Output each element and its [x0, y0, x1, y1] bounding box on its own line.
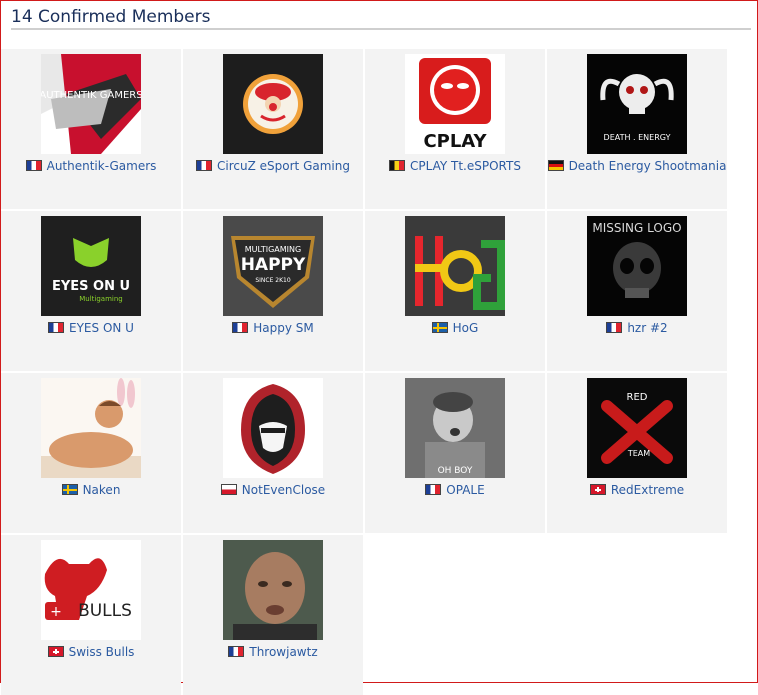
svg-text:Multigaming: Multigaming: [79, 295, 123, 303]
member-card: Throwjawtz: [183, 535, 363, 695]
svg-text:HAPPY: HAPPY: [241, 255, 306, 275]
member-link[interactable]: HoG: [453, 321, 479, 335]
svg-text:CPLAY: CPLAY: [423, 131, 487, 152]
svg-text:OH BOY: OH BOY: [438, 466, 473, 476]
svg-text:EYES ON U: EYES ON U: [52, 279, 130, 294]
member-caption: hzr #2: [547, 321, 727, 335]
team-logo[interactable]: MISSING LOGO: [587, 216, 687, 316]
team-logo[interactable]: + BULLS: [41, 540, 141, 640]
member-caption: NotEvenClose: [183, 483, 363, 497]
team-logo[interactable]: DEATH . ENERGY: [587, 54, 687, 154]
member-link[interactable]: OPALE: [446, 483, 484, 497]
member-card: MISSING LOGO hzr #2: [547, 211, 727, 371]
svg-text:AUTHENTIK GAMERS: AUTHENTIK GAMERS: [41, 90, 141, 101]
france-flag-icon: [232, 322, 249, 333]
switzerland-flag-icon: [589, 484, 606, 495]
member-card: DEATH . ENERGY Death Energy Shootmania: [547, 49, 727, 209]
team-logo[interactable]: [223, 378, 323, 478]
member-link[interactable]: EYES ON U: [69, 321, 134, 335]
member-caption: RedExtreme: [547, 483, 727, 497]
svg-text:TEAM: TEAM: [627, 449, 650, 458]
member-link[interactable]: NotEvenClose: [242, 483, 325, 497]
france-flag-icon: [196, 160, 213, 171]
member-card: HoG: [365, 211, 545, 371]
team-logo[interactable]: [223, 540, 323, 640]
page-title: 14 Confirmed Members: [11, 7, 211, 27]
svg-text:SINCE 2K10: SINCE 2K10: [255, 277, 291, 284]
france-flag-icon: [25, 160, 42, 171]
member-card: Naken: [1, 373, 181, 533]
belgium-flag-icon: [389, 160, 406, 171]
member-card: CircuZ eSport Gaming: [183, 49, 363, 209]
svg-text:DEATH . ENERGY: DEATH . ENERGY: [604, 133, 671, 142]
member-card: NotEvenClose: [183, 373, 363, 533]
svg-text:+: +: [50, 604, 62, 620]
member-caption: OPALE: [365, 483, 545, 497]
member-link[interactable]: Throwjawtz: [249, 645, 317, 659]
member-caption: CPLAY Tt.eSPORTS: [365, 159, 545, 173]
member-caption: HoG: [365, 321, 545, 335]
member-link[interactable]: RedExtreme: [611, 483, 684, 497]
svg-text:MISSING LOGO: MISSING LOGO: [592, 221, 681, 235]
member-card: MULTIGAMING HAPPY SINCE 2K10 Happy SM: [183, 211, 363, 371]
svg-text:RED: RED: [627, 392, 648, 403]
france-flag-icon: [228, 646, 245, 657]
germany-flag-icon: [547, 160, 564, 171]
team-logo[interactable]: [41, 378, 141, 478]
panel-header: 14 Confirmed Members: [11, 6, 751, 30]
member-card: + BULLS Swiss Bulls: [1, 535, 181, 695]
members-panel: 14 Confirmed Members AUTHENTIK GAMERS Au…: [0, 0, 758, 695]
team-logo[interactable]: [405, 216, 505, 316]
switzerland-flag-icon: [47, 646, 64, 657]
member-caption: Happy SM: [183, 321, 363, 335]
sweden-flag-icon: [431, 322, 448, 333]
member-caption: Authentik-Gamers: [1, 159, 181, 173]
member-link[interactable]: Death Energy Shootmania: [569, 159, 727, 173]
france-flag-icon: [425, 484, 442, 495]
svg-text:BULLS: BULLS: [78, 601, 132, 621]
sweden-flag-icon: [61, 484, 78, 495]
member-link[interactable]: CircuZ eSport Gaming: [217, 159, 350, 173]
team-logo[interactable]: RED TEAM: [587, 378, 687, 478]
member-link[interactable]: CPLAY Tt.eSPORTS: [410, 159, 521, 173]
team-logo[interactable]: OH BOY: [405, 378, 505, 478]
member-card: OH BOY OPALE: [365, 373, 545, 533]
svg-text:MULTIGAMING: MULTIGAMING: [245, 245, 301, 254]
team-logo[interactable]: CPLAY: [405, 54, 505, 154]
team-logo[interactable]: EYES ON U Multigaming: [41, 216, 141, 316]
member-caption: Throwjawtz: [183, 645, 363, 659]
team-logo[interactable]: MULTIGAMING HAPPY SINCE 2K10: [223, 216, 323, 316]
member-card: AUTHENTIK GAMERS Authentik-Gamers: [1, 49, 181, 209]
member-link[interactable]: hzr #2: [627, 321, 667, 335]
member-link[interactable]: Swiss Bulls: [69, 645, 135, 659]
member-card: CPLAY CPLAY Tt.eSPORTS: [365, 49, 545, 209]
team-logo[interactable]: [223, 54, 323, 154]
member-caption: Death Energy Shootmania: [547, 159, 727, 173]
member-link[interactable]: Naken: [83, 483, 121, 497]
team-logo[interactable]: AUTHENTIK GAMERS: [41, 54, 141, 154]
member-link[interactable]: Happy SM: [253, 321, 314, 335]
france-flag-icon: [48, 322, 65, 333]
member-caption: Swiss Bulls: [1, 645, 181, 659]
member-link[interactable]: Authentik-Gamers: [47, 159, 157, 173]
member-caption: CircuZ eSport Gaming: [183, 159, 363, 173]
member-caption: Naken: [1, 483, 181, 497]
france-flag-icon: [606, 322, 623, 333]
member-caption: EYES ON U: [1, 321, 181, 335]
member-card: EYES ON U Multigaming EYES ON U: [1, 211, 181, 371]
poland-flag-icon: [220, 484, 237, 495]
member-card: RED TEAM RedExtreme: [547, 373, 727, 533]
